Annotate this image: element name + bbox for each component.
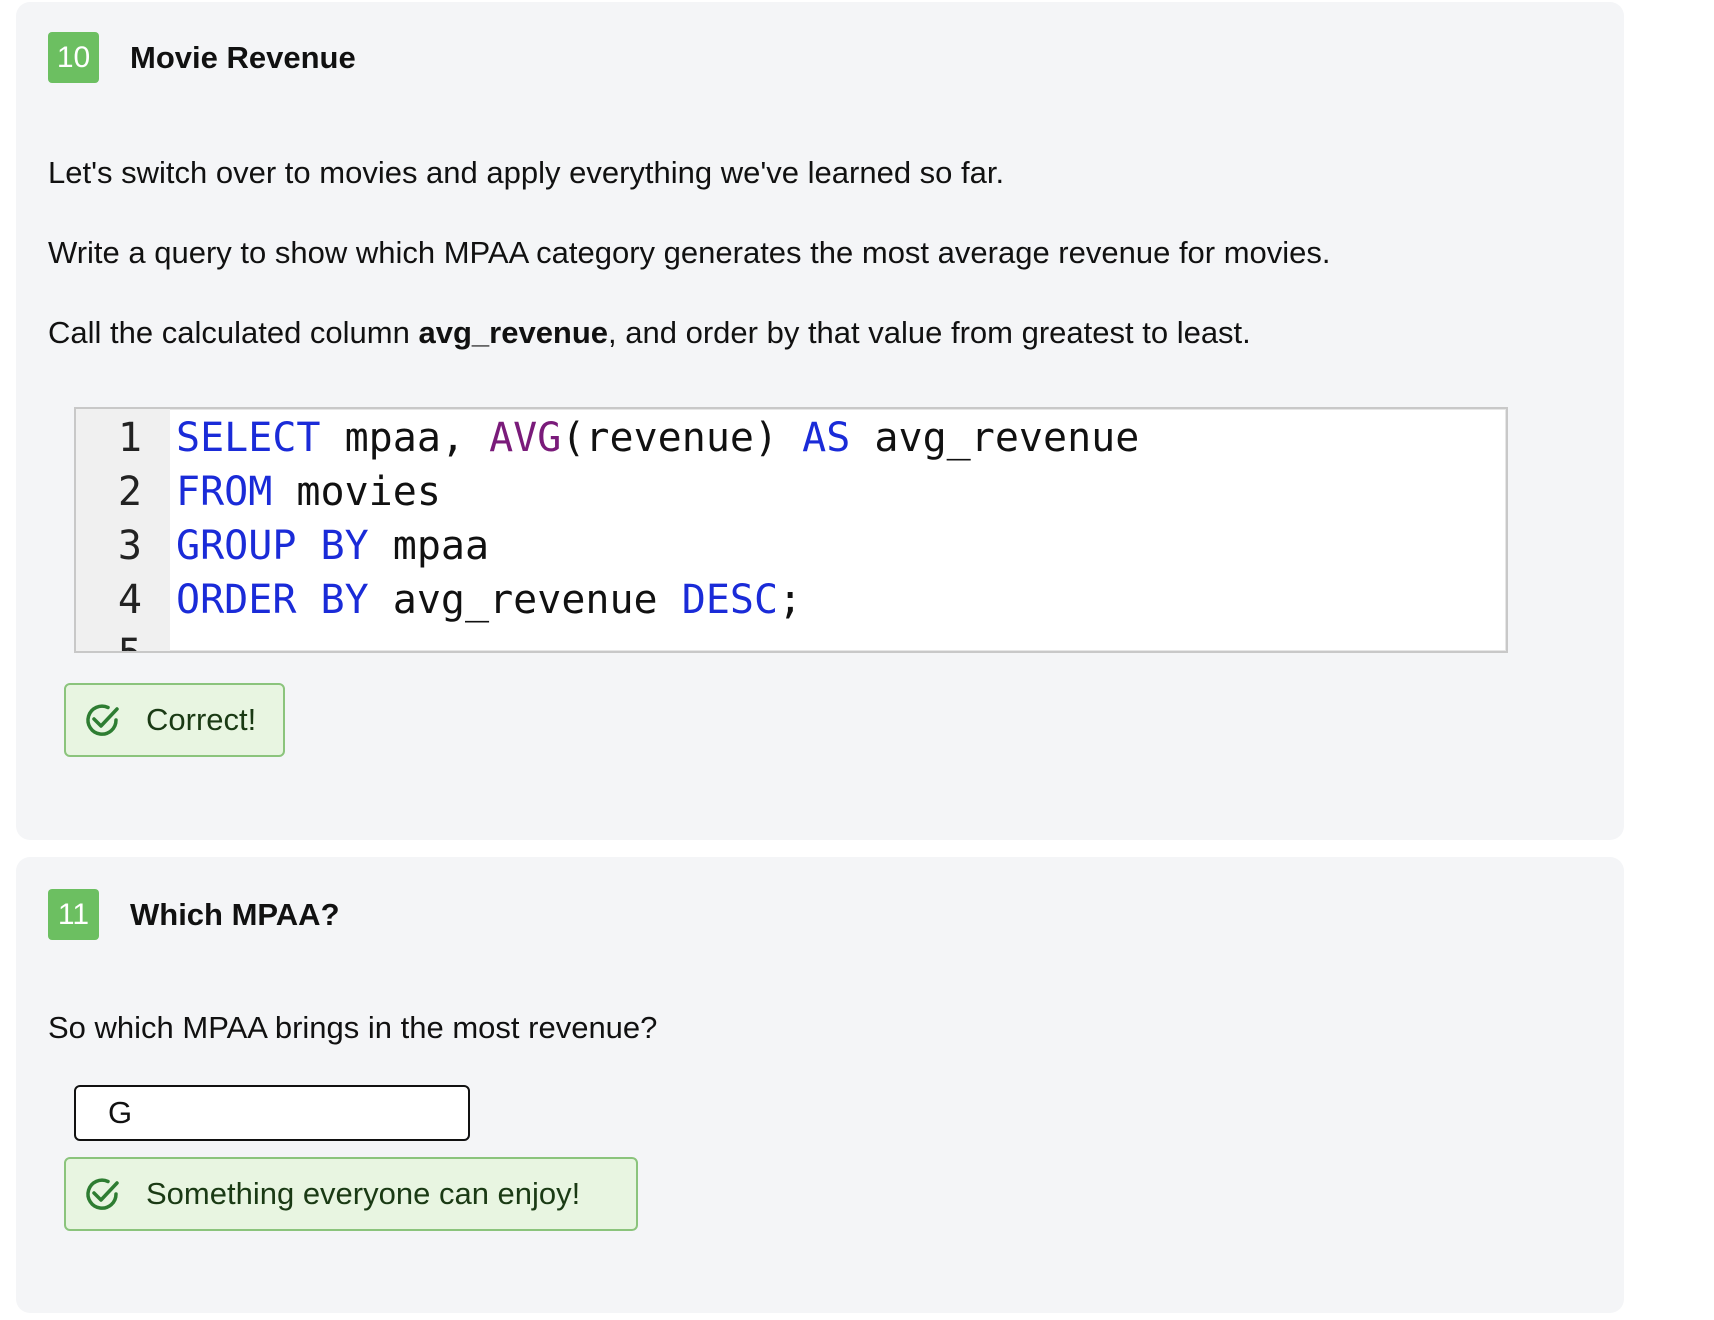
sql-text: avg_revenue	[850, 415, 1140, 461]
sql-text: mpaa,	[320, 415, 490, 461]
sql-function: AVG	[489, 415, 562, 461]
question-number-badge: 11	[48, 889, 99, 940]
check-circle-icon	[86, 704, 119, 736]
line-number: 2	[117, 469, 142, 515]
feedback-text: Something everyone can enjoy!	[146, 1176, 581, 1211]
sql-keyword: DESC	[681, 577, 779, 623]
feedback-correct: Correct!	[64, 683, 285, 757]
code-line: GROUP BY mpaa	[176, 519, 489, 573]
question-paragraph: Write a query to show which MPAA categor…	[48, 235, 1331, 270]
sql-keyword: ORDER BY	[176, 577, 369, 623]
code-line: FROM movies	[176, 465, 441, 519]
question-title: Movie Revenue	[130, 40, 356, 75]
instruction-text: Call the calculated column	[48, 315, 419, 350]
question-card-10: 10 Movie Revenue Let's switch over to mo…	[16, 2, 1624, 840]
feedback-correct: Something everyone can enjoy!	[64, 1157, 638, 1231]
sql-keyword: SELECT	[176, 415, 321, 461]
line-number: 3	[117, 523, 142, 569]
line-number: 4	[117, 577, 142, 623]
sql-text: mpaa	[368, 523, 490, 569]
answer-input[interactable]	[74, 1085, 470, 1141]
line-number: 1	[117, 415, 142, 461]
feedback-text: Correct!	[146, 702, 257, 737]
question-paragraph: Let's switch over to movies and apply ev…	[48, 155, 1005, 190]
code-line: SELECT mpaa, AVG(revenue) AS avg_revenue	[176, 411, 1139, 465]
sql-text: (revenue)	[561, 415, 803, 461]
sql-text: avg_revenue	[368, 577, 682, 623]
code-line: ORDER BY avg_revenue DESC;	[176, 573, 802, 627]
line-number: 5	[118, 627, 142, 651]
sql-keyword: FROM	[176, 469, 273, 515]
sql-keyword: GROUP BY	[176, 523, 369, 569]
question-card-11: 11 Which MPAA? So which MPAA brings in t…	[16, 857, 1624, 1313]
check-circle-icon	[86, 1178, 119, 1210]
question-title: Which MPAA?	[130, 897, 340, 932]
question-instruction: Call the calculated column avg_revenue, …	[48, 314, 1251, 352]
instruction-column-name: avg_revenue	[418, 315, 609, 350]
instruction-text: , and order by that value from greatest …	[608, 315, 1251, 350]
question-prompt: So which MPAA brings in the most revenue…	[48, 1010, 658, 1045]
sql-text: ;	[778, 577, 803, 623]
sql-text: movies	[272, 469, 441, 515]
sql-code-editor[interactable]: 1 2 3 4 5 SELECT mpaa, AVG(revenue) AS avg_r…	[74, 407, 1508, 653]
line-number-gutter: 1 2 3 4 5	[76, 409, 170, 651]
question-number-badge: 10	[48, 32, 99, 83]
sql-keyword: AS	[802, 415, 851, 461]
